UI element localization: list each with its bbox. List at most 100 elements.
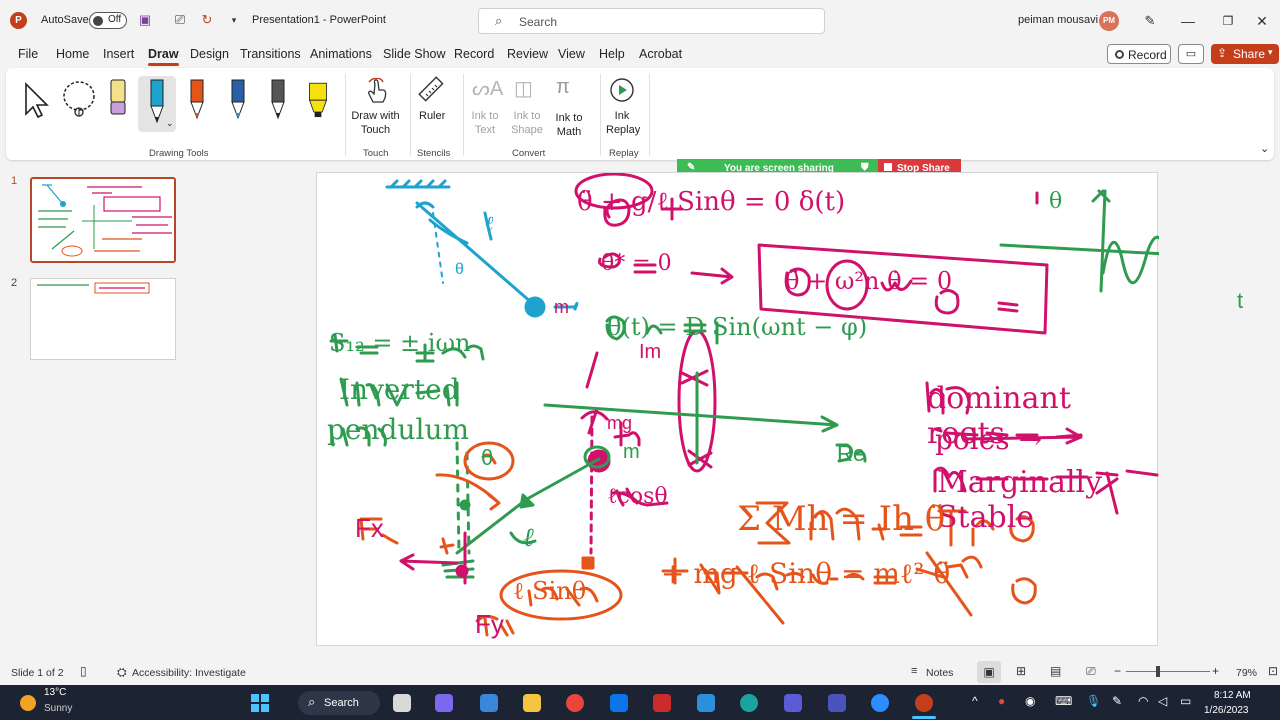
vpn-icon[interactable] xyxy=(653,694,671,712)
pen-orange-icon[interactable] xyxy=(186,76,208,126)
ink-replay-label[interactable]: Ink Replay xyxy=(606,109,640,137)
weather-temp[interactable]: 13°C xyxy=(44,687,66,698)
edge-icon[interactable] xyxy=(740,694,758,712)
clock-date[interactable]: 1/26/2023 xyxy=(1204,705,1249,716)
teams-chat-icon[interactable] xyxy=(435,694,453,712)
chevron-up-icon[interactable]: ^ xyxy=(972,694,978,708)
tab-slide-show[interactable]: Slide Show xyxy=(383,47,446,61)
select-arrow-icon[interactable] xyxy=(22,80,52,120)
slide-thumbnail-1[interactable] xyxy=(30,177,176,263)
lasso-select-icon[interactable] xyxy=(59,78,99,122)
theta-label: θ xyxy=(1049,189,1063,214)
linearized-equation: θ̈ + ω²n θ̇ = 0 xyxy=(785,267,953,295)
tab-help[interactable]: Help xyxy=(599,47,625,61)
ink-replay-icon[interactable] xyxy=(608,76,636,104)
tab-view[interactable]: View xyxy=(558,47,585,61)
present-icon[interactable]: ⎚ xyxy=(172,12,188,28)
weather-desc[interactable]: Sunny xyxy=(44,703,72,714)
collapse-ribbon-icon[interactable]: ⌄ xyxy=(1260,142,1269,155)
windows-taskbar: 13°C Sunny ⌕ Search ^ ● ◉ ⌨ 🎙 ✎ ◠ ◁ ▭ 8:… xyxy=(0,685,1280,720)
normal-view-icon[interactable]: ▣ xyxy=(977,661,1001,683)
tab-review[interactable]: Review xyxy=(507,47,548,61)
share-button[interactable]: ⇪ Share ▾ xyxy=(1211,44,1279,64)
powerpoint-taskbar-icon[interactable] xyxy=(915,694,933,712)
record-button[interactable]: Record xyxy=(1107,44,1171,64)
volume-icon[interactable]: ◁ xyxy=(1158,694,1167,708)
save-icon[interactable]: ▣ xyxy=(137,12,153,28)
draw-with-touch-icon[interactable] xyxy=(361,78,389,104)
pen-black-icon[interactable] xyxy=(267,76,289,126)
slide-thumbnail-2[interactable] xyxy=(30,278,176,360)
mail-icon[interactable] xyxy=(697,694,715,712)
pen-options-chevron-icon[interactable]: ⌄ xyxy=(166,118,174,129)
accessibility-status[interactable]: Accessibility: Investigate xyxy=(132,667,246,679)
ink-to-math-label[interactable]: Ink to Math xyxy=(551,111,587,139)
zoom-slider-thumb[interactable] xyxy=(1156,666,1160,677)
restore-icon[interactable]: ❐ xyxy=(1215,8,1241,34)
weather-sun-icon[interactable] xyxy=(20,695,36,711)
zoom-slider[interactable] xyxy=(1126,671,1210,672)
autosave-toggle[interactable]: Off xyxy=(89,12,127,29)
draw-ribbon: ⌄ Drawing Tools Draw with Touch Touch Ru… xyxy=(6,68,1274,160)
avatar[interactable]: PM xyxy=(1099,11,1119,31)
poles-label: poles → xyxy=(935,423,1043,456)
dropbox-icon[interactable] xyxy=(610,694,628,712)
tab-animations[interactable]: Animations xyxy=(310,47,372,61)
ruler-label[interactable]: Ruler xyxy=(419,109,445,123)
tab-draw[interactable]: Draw xyxy=(148,47,179,66)
tray-app-icon[interactable]: ● xyxy=(998,694,1005,708)
notes-icon[interactable]: ≡ xyxy=(911,665,917,677)
user-name[interactable]: peiman mousavi xyxy=(1018,14,1098,26)
teams-icon[interactable] xyxy=(828,694,846,712)
zoom-in-icon[interactable]: + xyxy=(1212,664,1219,678)
tray-app-icon-2[interactable]: ◉ xyxy=(1025,694,1035,708)
tab-transitions[interactable]: Transitions xyxy=(240,47,301,61)
reading-view-icon[interactable]: ▤ xyxy=(1050,664,1061,678)
fit-slide-icon[interactable]: ⊡ xyxy=(1268,664,1278,678)
pen-galaxy-icon[interactable] xyxy=(227,76,249,126)
accessibility-icon[interactable]: ⛭ xyxy=(117,665,127,680)
highlighter-yellow-icon[interactable] xyxy=(307,76,329,126)
customize-toolbar-icon[interactable]: ▾ xyxy=(226,12,242,28)
file-explorer-icon[interactable] xyxy=(523,694,541,712)
tab-acrobat[interactable]: Acrobat xyxy=(639,47,682,61)
slideshow-icon[interactable]: ⎚ xyxy=(1086,664,1096,679)
tab-file[interactable]: File xyxy=(18,47,38,61)
search-box[interactable]: ⌕ Search xyxy=(478,8,825,34)
equilibrium-equation: θ* = 0 xyxy=(601,251,672,276)
tab-record[interactable]: Record xyxy=(454,47,494,61)
taskbar-search-label: Search xyxy=(324,697,359,709)
pen-tray-icon[interactable]: ✎ xyxy=(1112,694,1122,708)
pen-blue-icon[interactable] xyxy=(146,76,168,126)
taskbar-search[interactable]: ⌕ Search xyxy=(298,691,380,715)
minimize-icon[interactable]: — xyxy=(1175,8,1201,34)
zoom-out-icon[interactable]: − xyxy=(1114,664,1121,678)
pen-icon[interactable]: ✎ xyxy=(1137,8,1163,34)
tab-home[interactable]: Home xyxy=(56,47,89,61)
task-view-icon[interactable] xyxy=(393,694,411,712)
slide-sorter-icon[interactable]: ⊞ xyxy=(1016,664,1026,678)
redo-icon[interactable]: ↻ xyxy=(199,12,215,28)
chrome-icon[interactable] xyxy=(566,694,584,712)
tab-insert[interactable]: Insert xyxy=(103,47,134,61)
clock-time[interactable]: 8:12 AM xyxy=(1214,690,1251,701)
slide-canvas[interactable]: θ t ℓ m θ θ̈ + g/ℓ Sinθ = 0 δ(t) θ* = 0 … xyxy=(316,172,1159,646)
store-icon[interactable] xyxy=(480,694,498,712)
wifi-icon[interactable]: ◠ xyxy=(1138,694,1148,708)
microphone-icon[interactable]: 🎙 xyxy=(1086,694,1101,708)
notes-view-icon[interactable]: ▯ xyxy=(80,664,87,678)
battery-icon[interactable]: ▭ xyxy=(1180,694,1191,708)
zoom-app-icon[interactable] xyxy=(871,694,889,712)
notes-button[interactable]: Notes xyxy=(926,667,953,679)
media-player-icon[interactable] xyxy=(784,694,802,712)
close-icon[interactable]: ✕ xyxy=(1249,8,1275,34)
tab-design[interactable]: Design xyxy=(190,47,229,61)
comments-icon[interactable]: ▭ xyxy=(1178,44,1204,64)
keyboard-icon[interactable]: ⌨ xyxy=(1055,694,1072,708)
zoom-level[interactable]: 79% xyxy=(1236,667,1257,679)
ruler-icon[interactable] xyxy=(417,75,447,105)
draw-with-touch-label[interactable]: Draw with Touch xyxy=(348,109,403,137)
ink-to-math-icon[interactable]: π xyxy=(556,76,570,99)
windows-start-icon[interactable] xyxy=(251,694,269,712)
eraser-icon[interactable] xyxy=(107,76,129,126)
